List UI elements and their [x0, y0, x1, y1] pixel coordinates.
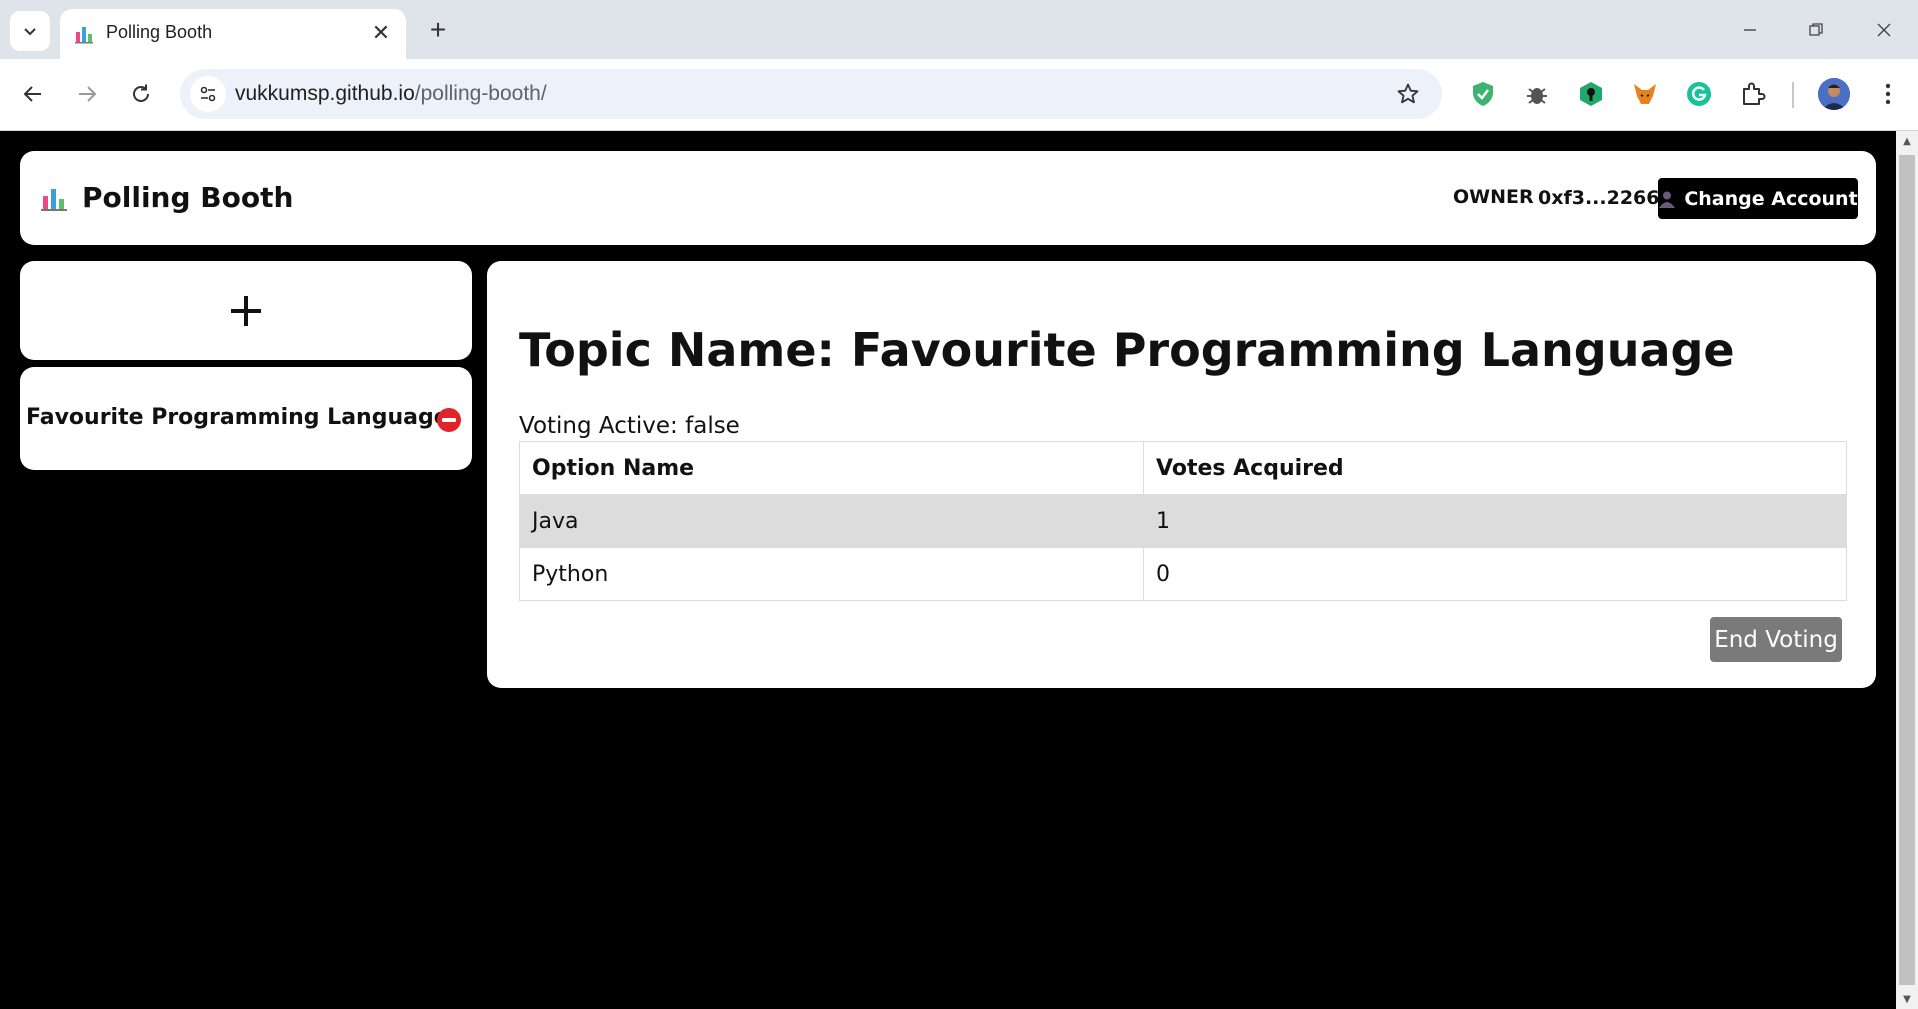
scroll-up-icon[interactable]: ▲	[1896, 131, 1918, 151]
browser-tab[interactable]: Polling Booth ✕	[60, 9, 406, 59]
votes-cell: 0	[1143, 547, 1847, 601]
address-bar[interactable]: vukkumsp.github.io/polling-booth/	[180, 69, 1442, 119]
table-row: Python 0	[519, 547, 1847, 601]
window-close-icon[interactable]	[1864, 12, 1904, 48]
delete-topic-icon[interactable]	[437, 408, 461, 432]
page-content: Polling Booth OWNER 0xf3...2266 Change A…	[0, 131, 1896, 1009]
bug-extension-icon[interactable]	[1521, 78, 1553, 110]
chevron-down-icon	[24, 28, 36, 36]
bar-chart-icon	[75, 27, 93, 44]
restore-icon[interactable]	[1796, 12, 1836, 48]
tab-search-button[interactable]	[10, 11, 50, 51]
scrollbar-thumb[interactable]	[1899, 155, 1915, 985]
option-name-cell: Python	[519, 547, 1144, 601]
app-header: Polling Booth OWNER 0xf3...2266 Change A…	[20, 151, 1876, 245]
close-tab-icon[interactable]: ✕	[368, 20, 394, 46]
browser-chrome: Polling Booth ✕ + vukkumsp.github.io/pol…	[0, 0, 1918, 131]
plus-icon	[231, 295, 261, 326]
page-scrollbar[interactable]: ▲ ▼	[1896, 131, 1918, 1009]
app-title: Polling Booth	[82, 181, 294, 214]
grammar-extension-icon[interactable]	[1683, 78, 1715, 110]
toolbar-divider	[1792, 82, 1794, 108]
option-name-cell: Java	[519, 494, 1144, 548]
table-header-row: Option Name Votes Acquired	[519, 441, 1847, 495]
forward-icon[interactable]	[67, 74, 107, 114]
tab-strip: Polling Booth ✕ +	[0, 0, 1918, 59]
extensions-puzzle-icon[interactable]	[1737, 78, 1769, 110]
url-path: /polling-booth/	[414, 82, 547, 105]
owner-label: OWNER	[1453, 186, 1534, 208]
browser-toolbar: vukkumsp.github.io/polling-booth/	[0, 59, 1918, 131]
user-icon	[1659, 191, 1676, 208]
column-header-option-name: Option Name	[519, 441, 1144, 495]
topic-detail-panel: Topic Name: Favourite Programming Langua…	[487, 261, 1876, 688]
options-table: Option Name Votes Acquired Java 1 Python…	[519, 441, 1847, 601]
bar-chart-icon	[41, 189, 67, 211]
tab-title: Polling Booth	[106, 22, 213, 42]
topic-list-item-title: Favourite Programming Language	[26, 405, 449, 430]
new-tab-button[interactable]: +	[422, 14, 454, 46]
column-header-votes: Votes Acquired	[1143, 441, 1847, 495]
change-account-label: Change Account	[1684, 187, 1858, 210]
url-text[interactable]: vukkumsp.github.io/polling-booth/	[235, 82, 547, 106]
shield-extension-icon[interactable]	[1467, 78, 1499, 110]
profile-avatar[interactable]	[1818, 78, 1850, 110]
site-info-icon[interactable]	[190, 76, 226, 112]
end-voting-button[interactable]: End Voting	[1710, 617, 1842, 662]
change-account-button[interactable]: Change Account	[1658, 178, 1858, 219]
scroll-down-icon[interactable]: ▼	[1896, 989, 1918, 1009]
table-row: Java 1	[519, 494, 1847, 548]
topic-list-item[interactable]: Favourite Programming Language	[20, 367, 472, 470]
minimize-icon[interactable]	[1730, 12, 1770, 48]
add-topic-button[interactable]	[20, 261, 472, 360]
votes-cell: 1	[1143, 494, 1847, 548]
fox-extension-icon[interactable]	[1629, 78, 1661, 110]
more-menu-icon[interactable]	[1872, 78, 1904, 110]
back-icon[interactable]	[13, 74, 53, 114]
topic-heading: Topic Name: Favourite Programming Langua…	[519, 323, 1735, 377]
bookmark-star-icon[interactable]	[1394, 80, 1422, 108]
url-host: vukkumsp.github.io	[235, 82, 415, 105]
key-extension-icon[interactable]	[1575, 78, 1607, 110]
owner-address: 0xf3...2266	[1538, 187, 1660, 209]
voting-status: Voting Active: false	[519, 413, 740, 439]
reload-icon[interactable]	[121, 74, 161, 114]
